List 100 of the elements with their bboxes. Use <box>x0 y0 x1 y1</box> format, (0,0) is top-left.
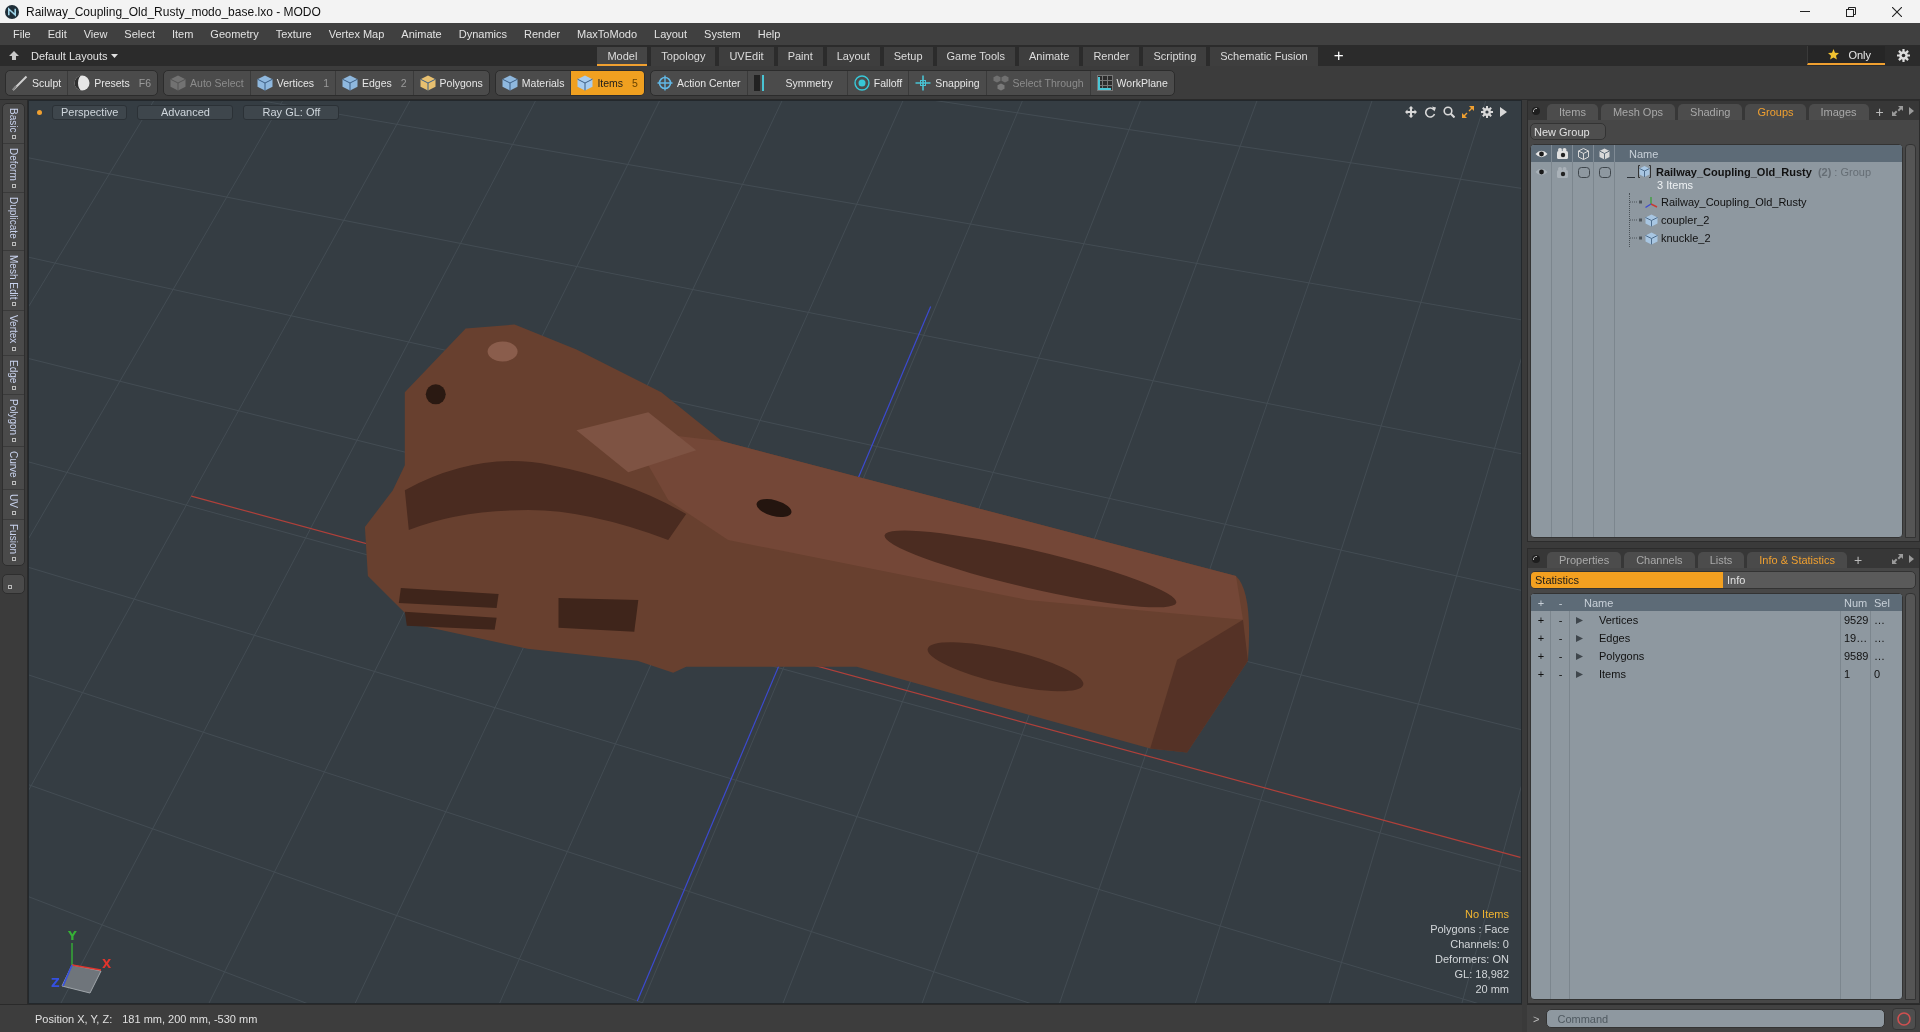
action-center-button[interactable]: Action Center <box>650 70 747 95</box>
mode-tab[interactable]: Info <box>1723 572 1915 588</box>
menu-item[interactable]: System <box>695 26 749 42</box>
layout-tab[interactable]: Layout <box>826 47 880 66</box>
panel-tab[interactable]: Lists <box>1697 552 1745 568</box>
menu-item[interactable]: Texture <box>266 26 320 42</box>
menu-item[interactable]: MaxToModo <box>568 26 645 42</box>
empty-toggle-icon[interactable] <box>1577 167 1590 178</box>
new-group-button[interactable]: New Group <box>1530 123 1606 140</box>
up-arrow-icon[interactable] <box>9 51 19 60</box>
menu-item[interactable]: Help <box>748 26 789 42</box>
vertices-button[interactable]: Vertices 1 <box>249 70 335 95</box>
side-tab[interactable]: UV <box>3 489 24 520</box>
move-icon[interactable] <box>1405 106 1417 118</box>
record-button[interactable] <box>1892 1007 1916 1030</box>
add-tab-control[interactable]: + <box>1850 551 1867 568</box>
restore-icon[interactable] <box>1846 6 1856 17</box>
layouts-dropdown[interactable]: Default Layouts <box>31 49 119 62</box>
layout-tab[interactable]: Setup <box>883 47 933 66</box>
eye-icon[interactable] <box>1534 148 1548 159</box>
menu-item[interactable]: View <box>74 26 116 42</box>
add-selection-toggle[interactable]: + <box>1531 632 1551 644</box>
menu-item[interactable]: Layout <box>645 26 696 42</box>
panel-tab[interactable]: Items <box>1547 104 1598 120</box>
snapping-button[interactable]: Snapping <box>908 70 986 95</box>
triangle-right-icon[interactable] <box>1909 106 1914 115</box>
menu-item[interactable]: Select <box>115 26 163 42</box>
layout-tab[interactable]: UVEdit <box>719 47 774 66</box>
command-field[interactable]: Command <box>1546 1009 1885 1028</box>
item-name[interactable]: coupler_2 <box>1661 214 1710 226</box>
add-tab-control[interactable]: + <box>1871 103 1888 120</box>
group-name[interactable]: Railway_Coupling_Old_Rusty <box>1656 166 1812 178</box>
eye-icon[interactable] <box>1535 167 1548 177</box>
menu-item[interactable]: Edit <box>38 26 75 42</box>
scrollbar[interactable] <box>1905 593 1916 1000</box>
side-tab[interactable]: Basic <box>3 104 24 145</box>
panel-tab[interactable]: Groups <box>1745 104 1806 120</box>
remove-column-header[interactable]: - <box>1551 596 1570 609</box>
side-tab[interactable]: Polygon <box>3 395 24 448</box>
close-icon[interactable] <box>1892 6 1902 17</box>
expand-icon[interactable] <box>1892 553 1903 564</box>
panel-menu-icon[interactable] <box>1532 106 1540 115</box>
only-filter-toggle[interactable]: Only <box>1807 46 1885 65</box>
panel-tab[interactable]: Images <box>1808 104 1869 120</box>
side-tab[interactable]: Duplicate <box>3 193 24 251</box>
menu-item[interactable]: Geometry <box>201 26 267 42</box>
rotate-icon[interactable] <box>1424 106 1436 118</box>
panel-menu-icon[interactable] <box>1532 554 1540 563</box>
item-name[interactable]: knuckle_2 <box>1661 232 1711 244</box>
panel-tab[interactable]: Shading <box>1678 104 1743 120</box>
side-tab[interactable]: Deform <box>3 144 24 194</box>
maximize-icon[interactable] <box>1462 106 1474 118</box>
menu-item[interactable]: Vertex Map <box>319 26 393 42</box>
panel-tab[interactable]: Properties <box>1547 552 1622 568</box>
workplane-button[interactable]: WorkPlane <box>1089 70 1174 95</box>
layout-tab[interactable]: Topology <box>651 47 716 66</box>
menu-item[interactable]: Render <box>515 26 569 42</box>
menu-dot-icon[interactable] <box>37 109 42 115</box>
layout-tab[interactable]: Schematic Fusion <box>1210 47 1318 66</box>
layout-tab[interactable]: Paint <box>777 47 823 66</box>
edges-button[interactable]: Edges 2 <box>334 70 413 95</box>
menu-item[interactable]: Animate <box>392 26 450 42</box>
cube-icon[interactable] <box>1598 147 1610 160</box>
add-selection-toggle[interactable]: + <box>1531 650 1551 662</box>
expand-arrow-icon[interactable] <box>1576 670 1583 678</box>
materials-button[interactable]: Materials <box>495 70 571 95</box>
menu-item[interactable]: File <box>4 26 39 42</box>
add-selection-toggle[interactable]: + <box>1531 614 1551 626</box>
view-mode-dropdown[interactable]: Perspective <box>52 104 128 120</box>
render-mode-dropdown[interactable]: Ray GL: Off <box>243 104 340 120</box>
camera-icon[interactable] <box>1556 148 1568 159</box>
item-name[interactable]: Railway_Coupling_Old_Rusty <box>1661 196 1807 208</box>
expand-arrow-icon[interactable] <box>1576 616 1583 624</box>
expand-arrow-icon[interactable] <box>1576 634 1583 642</box>
items-button[interactable]: Items 5 <box>570 70 644 95</box>
panel-tab[interactable]: Channels <box>1624 552 1695 568</box>
camera-icon[interactable] <box>1557 167 1568 178</box>
panel-toggle-button[interactable] <box>2 573 25 594</box>
panel-tab[interactable]: Mesh Ops <box>1600 104 1676 120</box>
triangle-right-icon[interactable] <box>1909 554 1914 563</box>
remove-selection-toggle[interactable]: - <box>1551 614 1570 626</box>
zoom-icon[interactable] <box>1443 106 1455 118</box>
layout-tab[interactable]: Model <box>597 47 648 66</box>
settings-icon[interactable] <box>1897 49 1910 62</box>
remove-selection-toggle[interactable]: - <box>1551 632 1570 644</box>
symmetry-button[interactable]: Symmetry <box>746 70 847 95</box>
menu-item[interactable]: Item <box>162 26 202 42</box>
sculpt-button[interactable]: Sculpt <box>6 70 68 95</box>
layout-tab[interactable]: Scripting <box>1143 47 1207 66</box>
expand-arrow-icon[interactable] <box>1576 652 1583 660</box>
settings-icon[interactable] <box>1481 106 1493 118</box>
expand-icon[interactable] <box>1892 105 1903 116</box>
presets-button[interactable]: Presets F6 <box>67 70 158 95</box>
layout-tab[interactable]: Animate <box>1019 47 1080 66</box>
cube-outline-icon[interactable] <box>1577 147 1589 160</box>
remove-selection-toggle[interactable]: - <box>1551 668 1570 680</box>
layout-tab[interactable]: Render <box>1083 47 1140 66</box>
falloff-button[interactable]: Falloff <box>846 70 909 95</box>
polygons-button[interactable]: Polygons <box>412 70 489 95</box>
add-selection-toggle[interactable]: + <box>1531 668 1551 680</box>
